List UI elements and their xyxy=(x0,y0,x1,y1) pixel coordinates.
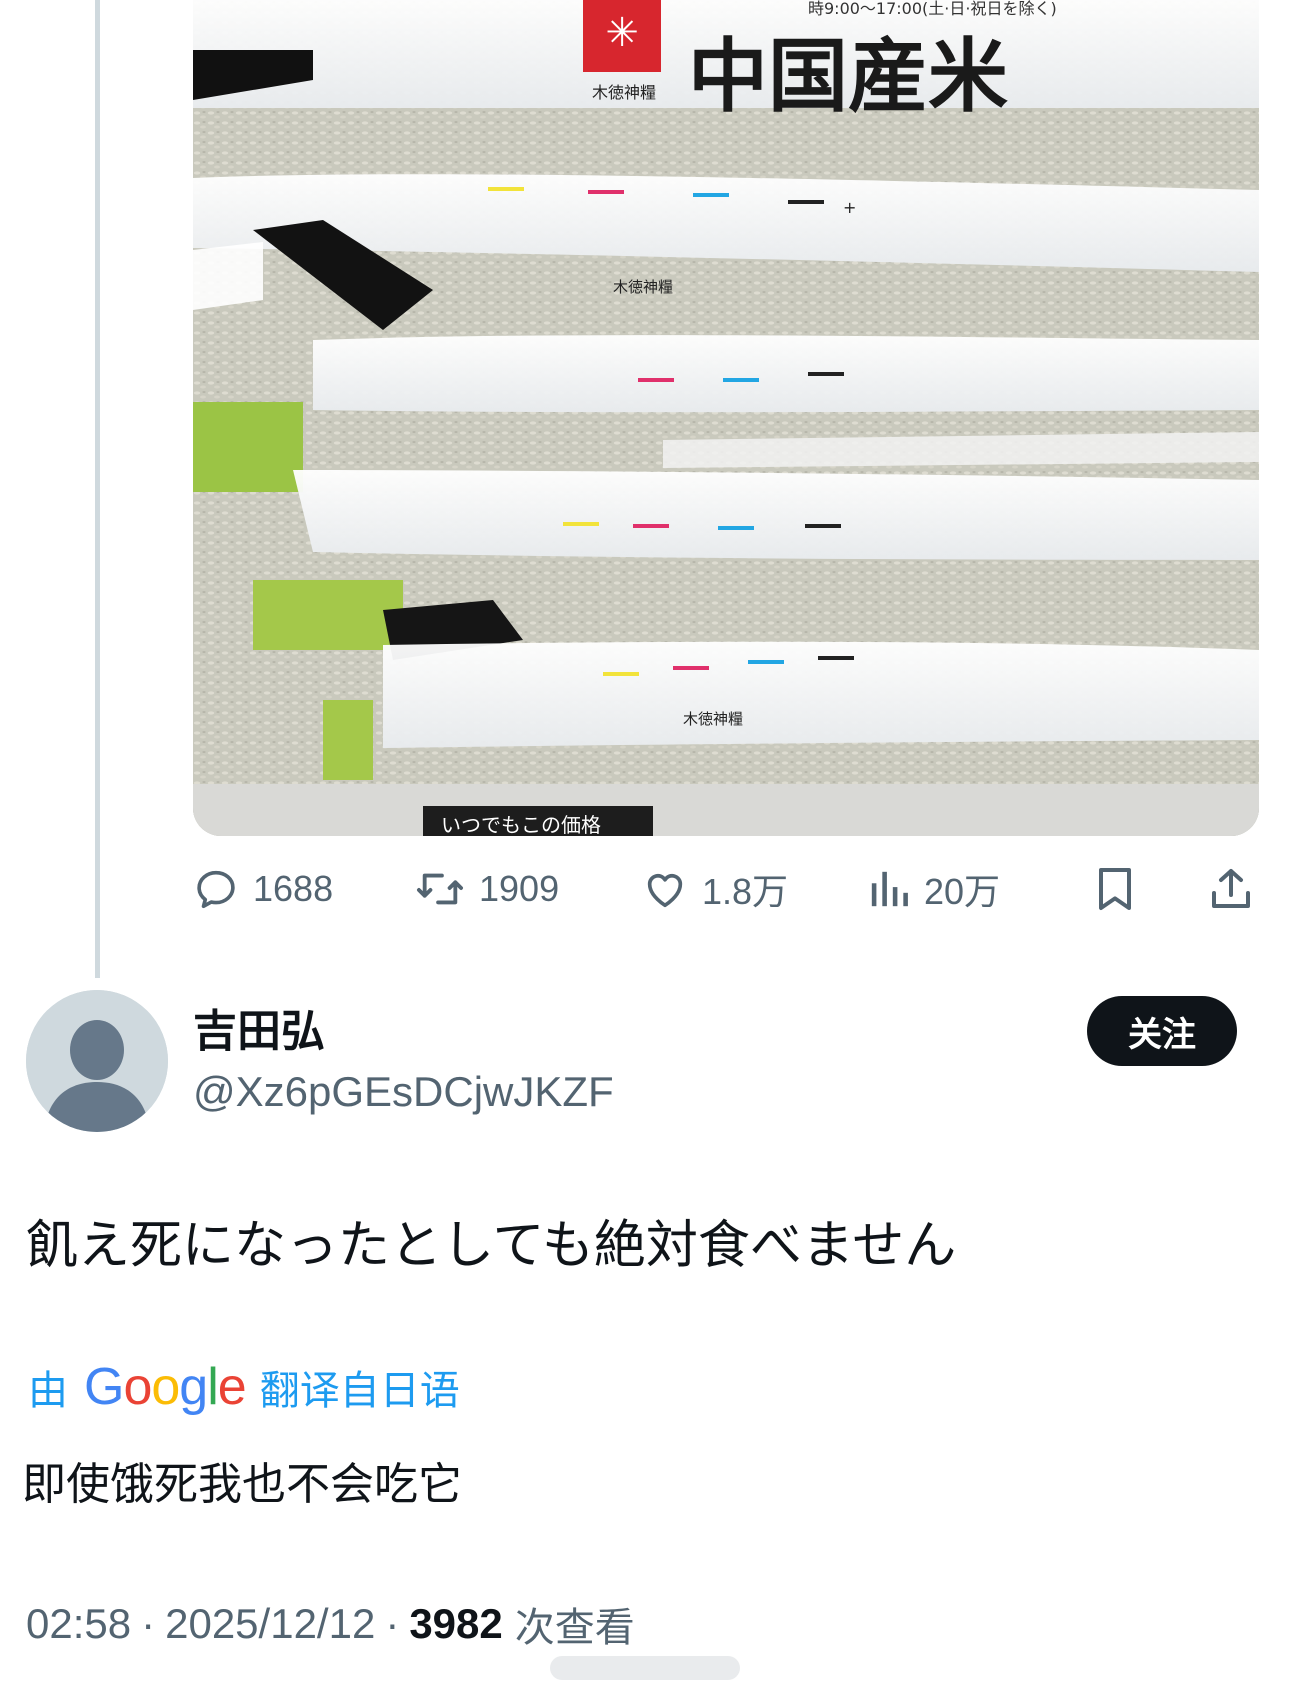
tweet-action-bar: 1688 1909 1.8万 20万 xyxy=(193,858,1259,920)
meta-separator: · xyxy=(141,1600,156,1647)
retweet-count: 1909 xyxy=(479,868,560,909)
bookmark-icon xyxy=(1099,868,1131,910)
share-icon xyxy=(1212,869,1250,908)
tweet-media-image[interactable]: ✳ 木徳神糧 中国産米 時9:00〜17:00(土·日·祝日を除く) + 木徳神… xyxy=(193,0,1259,836)
like-count: 1.8万 xyxy=(702,871,789,912)
author-avatar[interactable] xyxy=(26,990,168,1132)
bag-brand-2: 木徳神糧 xyxy=(613,278,673,296)
watermark xyxy=(550,1648,740,1688)
follow-button[interactable]: 关注 xyxy=(1087,996,1237,1066)
share-button[interactable] xyxy=(1207,858,1255,920)
reply-button[interactable]: 1688 xyxy=(193,858,333,920)
reply-count: 1688 xyxy=(253,868,334,909)
google-logo: Google xyxy=(84,1358,247,1416)
translate-prefix: 由 xyxy=(28,1368,68,1414)
tweet-meta: 02:58 · 2025/12/12 · 3982 次查看 xyxy=(26,1592,635,1656)
author-handle[interactable]: @Xz6pGEsDCjwJKZF xyxy=(193,1064,614,1120)
shelf-price-tag: いつでもこの価格 xyxy=(441,813,601,836)
translate-source-language: 翻译自日语 xyxy=(259,1368,460,1414)
views-icon xyxy=(871,871,908,907)
meta-separator: · xyxy=(385,1600,400,1647)
reply-icon xyxy=(197,870,235,909)
default-avatar-icon xyxy=(26,990,168,1132)
rice-bags-photo: ✳ 木徳神糧 中国産米 時9:00〜17:00(土·日·祝日を除く) + 木徳神… xyxy=(193,0,1259,836)
tweet-date[interactable]: 2025/12/12 xyxy=(165,1600,375,1648)
retweet-button[interactable]: 1909 xyxy=(415,858,559,920)
tweet-views-count: 3982 xyxy=(409,1600,503,1647)
retweet-icon xyxy=(416,873,463,905)
svg-text:+: + xyxy=(843,198,856,217)
bag-brand-3: 木徳神糧 xyxy=(683,710,743,728)
svg-text:✳: ✳ xyxy=(605,10,639,56)
bag-brand-top: 木徳神糧 xyxy=(592,83,656,102)
thread-connector-line xyxy=(95,0,100,978)
tweet-time[interactable]: 02:58 xyxy=(26,1600,131,1648)
tweet-body-text: 飢え死になったとしても絶対食べません xyxy=(26,1216,957,1276)
translation-attribution[interactable]: 由 Google 翻译自日语 xyxy=(28,1352,460,1422)
like-button[interactable]: 1.8万 xyxy=(642,858,788,920)
tweet-views-label: 次查看 xyxy=(514,1605,635,1651)
views-button[interactable]: 20万 xyxy=(868,858,1000,920)
bag-hours: 時9:00〜17:00(土·日·祝日を除く) xyxy=(808,0,1057,18)
views-count: 20万 xyxy=(924,871,1001,912)
bag-title: 中国産米 xyxy=(688,29,1008,123)
translated-text: 即使饿死我也不会吃它 xyxy=(22,1459,462,1510)
like-icon xyxy=(647,873,683,908)
author-display-name[interactable]: 吉田弘 xyxy=(193,1004,325,1060)
bookmark-button[interactable] xyxy=(1093,858,1137,920)
